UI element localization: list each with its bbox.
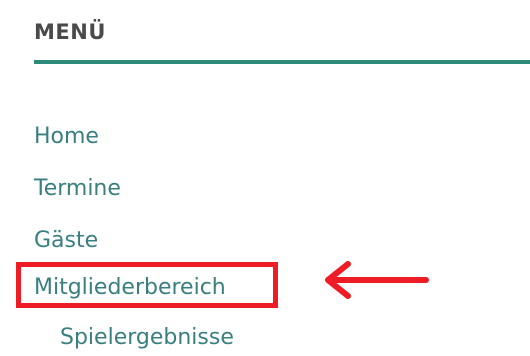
menu-divider xyxy=(34,60,530,64)
menu-item-home[interactable]: Home xyxy=(34,120,99,154)
menu-item-mitgliederbereich[interactable]: Mitgliederbereich xyxy=(34,271,226,305)
arrow-left-icon xyxy=(325,261,429,299)
menu-widget: MENÜ Home Termine Gäste Mitgliederbereic… xyxy=(0,0,530,356)
menu-item-spielergebnisse[interactable]: Spielergebnisse xyxy=(60,321,234,355)
menu-title: MENÜ xyxy=(34,20,106,44)
menu-item-termine[interactable]: Termine xyxy=(34,172,121,206)
menu-item-gaeste[interactable]: Gäste xyxy=(34,224,98,258)
